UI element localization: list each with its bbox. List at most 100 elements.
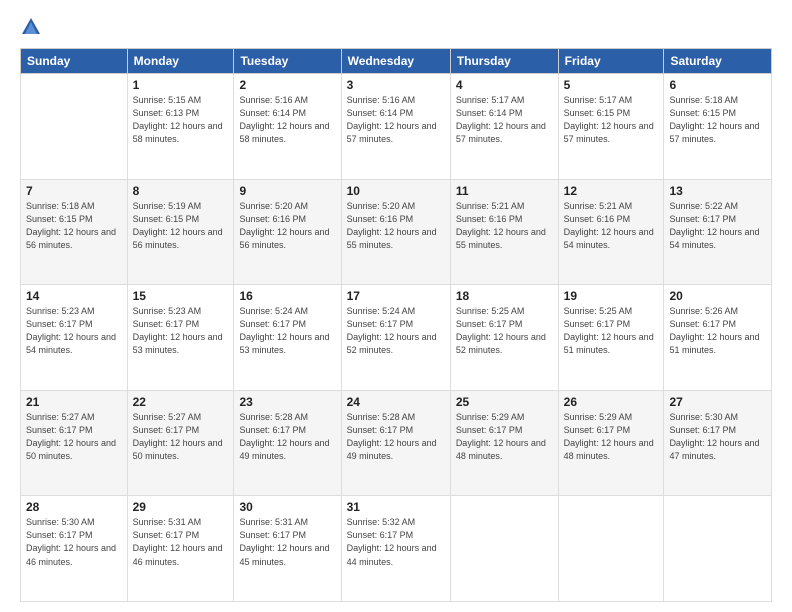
day-info: Sunrise: 5:16 AMSunset: 6:14 PMDaylight:…: [347, 94, 445, 146]
col-header-monday: Monday: [127, 49, 234, 74]
table-row: 14 Sunrise: 5:23 AMSunset: 6:17 PMDayligh…: [21, 285, 128, 391]
table-row: [664, 496, 772, 602]
day-info: Sunrise: 5:25 AMSunset: 6:17 PMDaylight:…: [564, 305, 659, 357]
col-header-saturday: Saturday: [664, 49, 772, 74]
table-row: 12 Sunrise: 5:21 AMSunset: 6:16 PMDayligh…: [558, 179, 664, 285]
table-row: 20 Sunrise: 5:26 AMSunset: 6:17 PMDayligh…: [664, 285, 772, 391]
day-number: 28: [26, 500, 122, 514]
day-info: Sunrise: 5:20 AMSunset: 6:16 PMDaylight:…: [347, 200, 445, 252]
day-number: 26: [564, 395, 659, 409]
table-row: 30 Sunrise: 5:31 AMSunset: 6:17 PMDayligh…: [234, 496, 341, 602]
day-info: Sunrise: 5:32 AMSunset: 6:17 PMDaylight:…: [347, 516, 445, 568]
table-row: 10 Sunrise: 5:20 AMSunset: 6:16 PMDayligh…: [341, 179, 450, 285]
table-row: 23 Sunrise: 5:28 AMSunset: 6:17 PMDayligh…: [234, 390, 341, 496]
col-header-friday: Friday: [558, 49, 664, 74]
day-info: Sunrise: 5:21 AMSunset: 6:16 PMDaylight:…: [564, 200, 659, 252]
day-number: 1: [133, 78, 229, 92]
day-info: Sunrise: 5:23 AMSunset: 6:17 PMDaylight:…: [26, 305, 122, 357]
table-row: 25Sunrise: 5:29 AMSunset: 6:17 PMDayligh…: [450, 390, 558, 496]
table-row: 8 Sunrise: 5:19 AMSunset: 6:15 PMDaylight…: [127, 179, 234, 285]
table-row: [450, 496, 558, 602]
day-info: Sunrise: 5:16 AMSunset: 6:14 PMDaylight:…: [239, 94, 335, 146]
calendar-page: SundayMondayTuesdayWednesdayThursdayFrid…: [0, 0, 792, 612]
table-row: 9 Sunrise: 5:20 AMSunset: 6:16 PMDaylight…: [234, 179, 341, 285]
day-info: Sunrise: 5:15 AMSunset: 6:13 PMDaylight:…: [133, 94, 229, 146]
day-info: Sunrise: 5:18 AMSunset: 6:15 PMDaylight:…: [26, 200, 122, 252]
table-row: 28 Sunrise: 5:30 AMSunset: 6:17 PMDayligh…: [21, 496, 128, 602]
day-number: 22: [133, 395, 229, 409]
day-number: 6: [669, 78, 766, 92]
table-row: 4 Sunrise: 5:17 AMSunset: 6:14 PMDaylight…: [450, 74, 558, 180]
table-row: 11 Sunrise: 5:21 AMSunset: 6:16 PMDayligh…: [450, 179, 558, 285]
table-row: 24 Sunrise: 5:28 AMSunset: 6:17 PMDayligh…: [341, 390, 450, 496]
day-info: Sunrise: 5:30 AMSunset: 6:17 PMDaylight:…: [669, 411, 766, 463]
day-number: 17: [347, 289, 445, 303]
day-info: Sunrise: 5:31 AMSunset: 6:17 PMDaylight:…: [239, 516, 335, 568]
day-number: 10: [347, 184, 445, 198]
col-header-thursday: Thursday: [450, 49, 558, 74]
table-row: 18 Sunrise: 5:25 AMSunset: 6:17 PMDayligh…: [450, 285, 558, 391]
logo: [20, 16, 50, 38]
col-header-wednesday: Wednesday: [341, 49, 450, 74]
calendar-table: SundayMondayTuesdayWednesdayThursdayFrid…: [20, 48, 772, 602]
table-row: 6 Sunrise: 5:18 AMSunset: 6:15 PMDaylight…: [664, 74, 772, 180]
table-row: 13Sunrise: 5:22 AMSunset: 6:17 PMDayligh…: [664, 179, 772, 285]
table-row: [558, 496, 664, 602]
day-number: 2: [239, 78, 335, 92]
table-row: 1 Sunrise: 5:15 AMSunset: 6:13 PMDaylight…: [127, 74, 234, 180]
day-number: 23: [239, 395, 335, 409]
day-number: 8: [133, 184, 229, 198]
day-number: 11: [456, 184, 553, 198]
table-row: 7 Sunrise: 5:18 AMSunset: 6:15 PMDaylight…: [21, 179, 128, 285]
day-info: Sunrise: 5:25 AMSunset: 6:17 PMDaylight:…: [456, 305, 553, 357]
day-info: Sunrise: 5:19 AMSunset: 6:15 PMDaylight:…: [133, 200, 229, 252]
table-row: 27 Sunrise: 5:30 AMSunset: 6:17 PMDayligh…: [664, 390, 772, 496]
table-row: 19 Sunrise: 5:25 AMSunset: 6:17 PMDayligh…: [558, 285, 664, 391]
table-row: 3 Sunrise: 5:16 AMSunset: 6:14 PMDaylight…: [341, 74, 450, 180]
day-number: 4: [456, 78, 553, 92]
day-number: 19: [564, 289, 659, 303]
day-number: 24: [347, 395, 445, 409]
day-info: Sunrise: 5:29 AMSunset: 6:17 PMDaylight:…: [564, 411, 659, 463]
day-number: 15: [133, 289, 229, 303]
table-row: 22 Sunrise: 5:27 AMSunset: 6:17 PMDayligh…: [127, 390, 234, 496]
day-number: 9: [239, 184, 335, 198]
day-number: 18: [456, 289, 553, 303]
day-number: 14: [26, 289, 122, 303]
day-number: 31: [347, 500, 445, 514]
day-info: Sunrise: 5:20 AMSunset: 6:16 PMDaylight:…: [239, 200, 335, 252]
day-number: 3: [347, 78, 445, 92]
day-number: 20: [669, 289, 766, 303]
table-row: 5 Sunrise: 5:17 AMSunset: 6:15 PMDaylight…: [558, 74, 664, 180]
day-info: Sunrise: 5:26 AMSunset: 6:17 PMDaylight:…: [669, 305, 766, 357]
day-info: Sunrise: 5:29 AMSunset: 6:17 PMDaylight:…: [456, 411, 553, 463]
logo-icon: [20, 16, 42, 38]
day-info: Sunrise: 5:18 AMSunset: 6:15 PMDaylight:…: [669, 94, 766, 146]
day-info: Sunrise: 5:17 AMSunset: 6:15 PMDaylight:…: [564, 94, 659, 146]
table-row: 17 Sunrise: 5:24 AMSunset: 6:17 PMDayligh…: [341, 285, 450, 391]
day-info: Sunrise: 5:17 AMSunset: 6:14 PMDaylight:…: [456, 94, 553, 146]
day-info: Sunrise: 5:21 AMSunset: 6:16 PMDaylight:…: [456, 200, 553, 252]
table-row: 16Sunrise: 5:24 AMSunset: 6:17 PMDayligh…: [234, 285, 341, 391]
day-info: Sunrise: 5:30 AMSunset: 6:17 PMDaylight:…: [26, 516, 122, 568]
day-number: 7: [26, 184, 122, 198]
col-header-sunday: Sunday: [21, 49, 128, 74]
table-row: 29Sunrise: 5:31 AMSunset: 6:17 PMDayligh…: [127, 496, 234, 602]
day-info: Sunrise: 5:28 AMSunset: 6:17 PMDaylight:…: [239, 411, 335, 463]
day-number: 27: [669, 395, 766, 409]
day-info: Sunrise: 5:24 AMSunset: 6:17 PMDaylight:…: [347, 305, 445, 357]
day-info: Sunrise: 5:27 AMSunset: 6:17 PMDaylight:…: [26, 411, 122, 463]
day-number: 21: [26, 395, 122, 409]
table-row: [21, 74, 128, 180]
day-number: 16: [239, 289, 335, 303]
day-number: 30: [239, 500, 335, 514]
table-row: 21 Sunrise: 5:27 AMSunset: 6:17 PMDayligh…: [21, 390, 128, 496]
col-header-tuesday: Tuesday: [234, 49, 341, 74]
day-info: Sunrise: 5:31 AMSunset: 6:17 PMDaylight:…: [133, 516, 229, 568]
day-info: Sunrise: 5:27 AMSunset: 6:17 PMDaylight:…: [133, 411, 229, 463]
table-row: 15Sunrise: 5:23 AMSunset: 6:17 PMDayligh…: [127, 285, 234, 391]
day-number: 5: [564, 78, 659, 92]
day-info: Sunrise: 5:28 AMSunset: 6:17 PMDaylight:…: [347, 411, 445, 463]
table-row: 31 Sunrise: 5:32 AMSunset: 6:17 PMDayligh…: [341, 496, 450, 602]
day-number: 12: [564, 184, 659, 198]
